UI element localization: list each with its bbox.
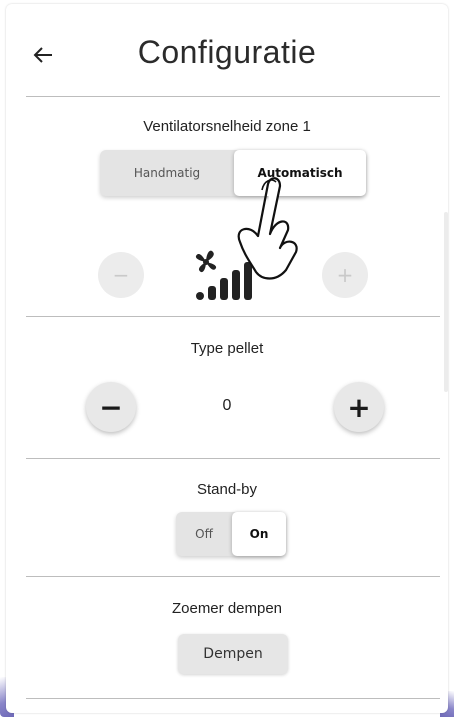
page-title: Configuratie xyxy=(137,34,317,70)
settings-panel: Configuratie Ventilatorsnelheid zone 1 H… xyxy=(6,4,448,713)
pellet-decrease-button[interactable]: − xyxy=(86,382,136,432)
fan-speed-decrease-button[interactable]: − xyxy=(98,252,144,298)
buzzer-title: Zoemer dempen xyxy=(171,600,283,617)
divider xyxy=(26,96,440,97)
divider xyxy=(26,698,440,699)
app-header: Configuratie xyxy=(6,4,448,100)
fan-speed-title: Ventilatorsnelheid zone 1 xyxy=(143,118,311,135)
pellet-type-title: Type pellet xyxy=(190,340,264,357)
pellet-increase-button[interactable]: + xyxy=(334,382,384,432)
divider xyxy=(26,576,440,577)
app-frame: Configuratie Ventilatorsnelheid zone 1 H… xyxy=(0,0,454,717)
scrollbar[interactable] xyxy=(444,212,448,392)
pellet-value: 0 xyxy=(222,397,232,414)
minus-icon: − xyxy=(112,263,130,287)
divider xyxy=(26,316,440,317)
mute-buzzer-button[interactable]: Dempen xyxy=(178,634,288,674)
standby-on[interactable]: On xyxy=(232,512,286,556)
minus-icon: − xyxy=(99,390,123,424)
standby-title: Stand-by xyxy=(196,481,258,498)
plus-icon: + xyxy=(347,390,371,424)
tap-hand-icon xyxy=(237,177,298,280)
divider xyxy=(26,458,440,459)
standby-off[interactable]: Off xyxy=(176,512,232,556)
plus-icon: + xyxy=(336,263,354,287)
fan-speed-increase-button[interactable]: + xyxy=(322,252,368,298)
standby-toggle[interactable]: Off On xyxy=(176,512,286,556)
